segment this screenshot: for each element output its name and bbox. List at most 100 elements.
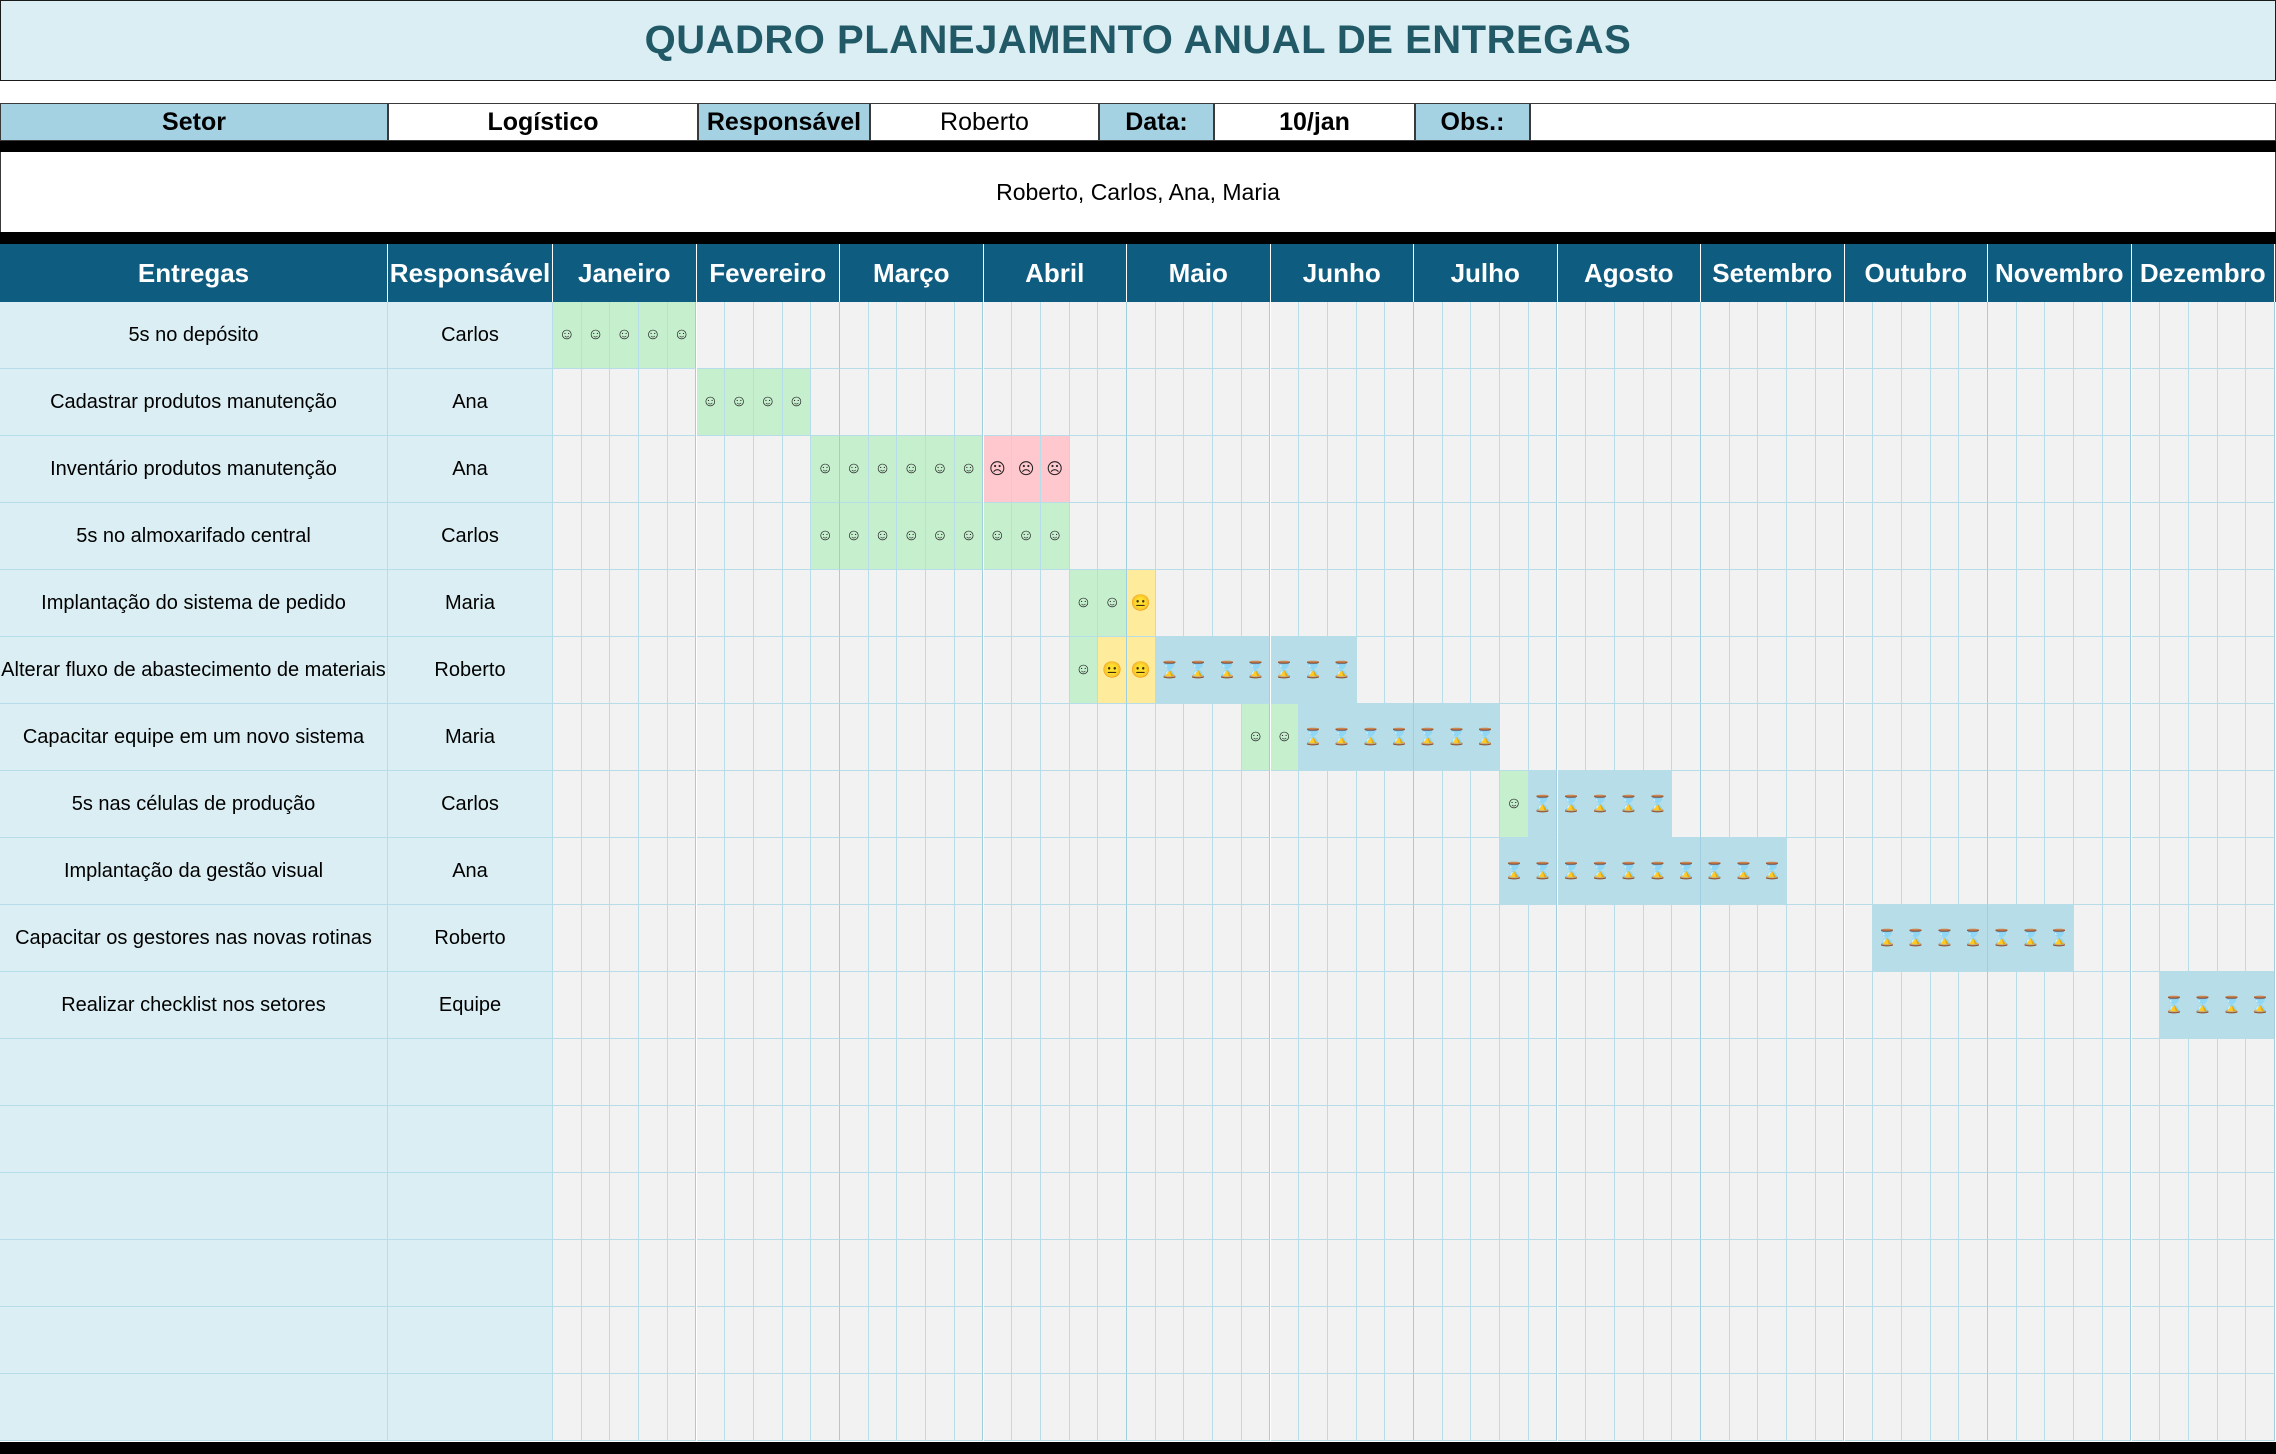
- week-cell[interactable]: [2074, 570, 2103, 637]
- week-cell[interactable]: [1959, 302, 1988, 369]
- week-cell[interactable]: [1643, 436, 1673, 503]
- week-cell[interactable]: [1643, 1374, 1673, 1441]
- entrega-cell[interactable]: [0, 1173, 388, 1240]
- week-cell[interactable]: [2217, 570, 2247, 637]
- week-cell[interactable]: [1299, 302, 1328, 369]
- week-cell[interactable]: [2246, 771, 2275, 838]
- week-cell[interactable]: [1299, 1106, 1328, 1173]
- week-cell[interactable]: [1557, 1039, 1587, 1106]
- week-cell[interactable]: [811, 704, 840, 771]
- week-cell[interactable]: [2246, 302, 2275, 369]
- week-cell[interactable]: [2102, 1173, 2132, 1240]
- week-cell[interactable]: [610, 1106, 640, 1173]
- week-cell[interactable]: [1528, 1240, 1558, 1307]
- week-cell[interactable]: [753, 1173, 783, 1240]
- week-cell[interactable]: [1701, 771, 1730, 838]
- responsavel-cell[interactable]: Carlos: [388, 771, 553, 838]
- week-cell[interactable]: [1098, 1173, 1127, 1240]
- week-cell[interactable]: [1586, 637, 1615, 704]
- week-cell[interactable]: [1930, 972, 1960, 1039]
- week-cell[interactable]: [811, 771, 840, 838]
- week-cell[interactable]: [954, 302, 984, 369]
- week-cell[interactable]: [1040, 1039, 1070, 1106]
- week-cell[interactable]: [1614, 1240, 1644, 1307]
- week-cell[interactable]: [1930, 637, 1960, 704]
- week-cell[interactable]: [1127, 704, 1156, 771]
- week-cell[interactable]: [1127, 1240, 1156, 1307]
- week-cell[interactable]: [1528, 637, 1558, 704]
- week-cell[interactable]: [1586, 570, 1615, 637]
- week-cell[interactable]: [2016, 1374, 2046, 1441]
- week-cell[interactable]: [2131, 570, 2161, 637]
- week-cell[interactable]: [2160, 1039, 2189, 1106]
- week-cell[interactable]: [1672, 369, 1701, 436]
- week-cell[interactable]: [2217, 1374, 2247, 1441]
- week-cell[interactable]: [1500, 503, 1529, 570]
- week-cell[interactable]: [2045, 771, 2075, 838]
- week-cell[interactable]: [2016, 972, 2046, 1039]
- week-cell[interactable]: [2217, 1039, 2247, 1106]
- week-cell[interactable]: [1988, 1106, 2017, 1173]
- week-cell[interactable]: [1901, 771, 1931, 838]
- week-cell[interactable]: [1270, 1173, 1300, 1240]
- status-happy-icon[interactable]: ☺: [868, 503, 898, 570]
- week-cell[interactable]: [1873, 1173, 1902, 1240]
- week-cell[interactable]: [1356, 1173, 1386, 1240]
- week-cell[interactable]: [782, 771, 812, 838]
- week-cell[interactable]: [1787, 1240, 1816, 1307]
- status-happy-icon[interactable]: ☺: [696, 369, 726, 436]
- week-cell[interactable]: [2188, 1374, 2218, 1441]
- week-cell[interactable]: [983, 570, 1013, 637]
- week-cell[interactable]: [1471, 369, 1501, 436]
- week-cell[interactable]: [868, 1106, 898, 1173]
- week-cell[interactable]: [1127, 972, 1156, 1039]
- week-cell[interactable]: [2102, 972, 2132, 1039]
- week-cell[interactable]: [1040, 1106, 1070, 1173]
- week-cell[interactable]: [1844, 369, 1874, 436]
- week-cell[interactable]: [1385, 436, 1414, 503]
- week-cell[interactable]: [1471, 503, 1501, 570]
- week-cell[interactable]: [2074, 369, 2103, 436]
- entrega-cell[interactable]: Realizar checklist nos setores: [0, 972, 388, 1039]
- week-cell[interactable]: [1155, 1307, 1185, 1374]
- entrega-cell[interactable]: Implantação do sistema de pedido: [0, 570, 388, 637]
- week-cell[interactable]: [1873, 436, 1902, 503]
- week-cell[interactable]: [2045, 1374, 2075, 1441]
- week-cell[interactable]: [553, 838, 582, 905]
- week-cell[interactable]: [1844, 503, 1874, 570]
- week-cell[interactable]: [2074, 302, 2103, 369]
- status-happy-icon[interactable]: ☺: [1040, 503, 1070, 570]
- week-cell[interactable]: [1557, 1307, 1587, 1374]
- week-cell[interactable]: [1672, 771, 1701, 838]
- week-cell[interactable]: [1012, 1106, 1041, 1173]
- week-cell[interactable]: [1959, 637, 1988, 704]
- week-cell[interactable]: [811, 1307, 840, 1374]
- week-cell[interactable]: [2188, 369, 2218, 436]
- responsavel-cell[interactable]: [388, 1173, 553, 1240]
- week-cell[interactable]: [2131, 369, 2161, 436]
- week-cell[interactable]: [840, 637, 869, 704]
- week-cell[interactable]: [1155, 838, 1185, 905]
- week-cell[interactable]: [1758, 771, 1788, 838]
- week-cell[interactable]: [753, 1039, 783, 1106]
- week-cell[interactable]: [1758, 369, 1788, 436]
- week-cell[interactable]: [639, 1039, 668, 1106]
- week-cell[interactable]: [581, 1307, 611, 1374]
- status-pending-icon[interactable]: ⌛: [1356, 704, 1386, 771]
- week-cell[interactable]: [1184, 838, 1214, 905]
- week-cell[interactable]: [1901, 1307, 1931, 1374]
- week-cell[interactable]: [1069, 302, 1099, 369]
- week-cell[interactable]: [753, 704, 783, 771]
- week-cell[interactable]: [1988, 1173, 2017, 1240]
- week-cell[interactable]: [1959, 436, 1988, 503]
- week-cell[interactable]: [954, 1374, 984, 1441]
- week-cell[interactable]: [1241, 570, 1271, 637]
- week-cell[interactable]: [1356, 570, 1386, 637]
- week-cell[interactable]: [1787, 704, 1816, 771]
- week-cell[interactable]: [1815, 436, 1845, 503]
- week-cell[interactable]: [1155, 905, 1185, 972]
- week-cell[interactable]: [1844, 1374, 1874, 1441]
- week-cell[interactable]: [2045, 838, 2075, 905]
- week-cell[interactable]: [1959, 503, 1988, 570]
- week-cell[interactable]: [1471, 302, 1501, 369]
